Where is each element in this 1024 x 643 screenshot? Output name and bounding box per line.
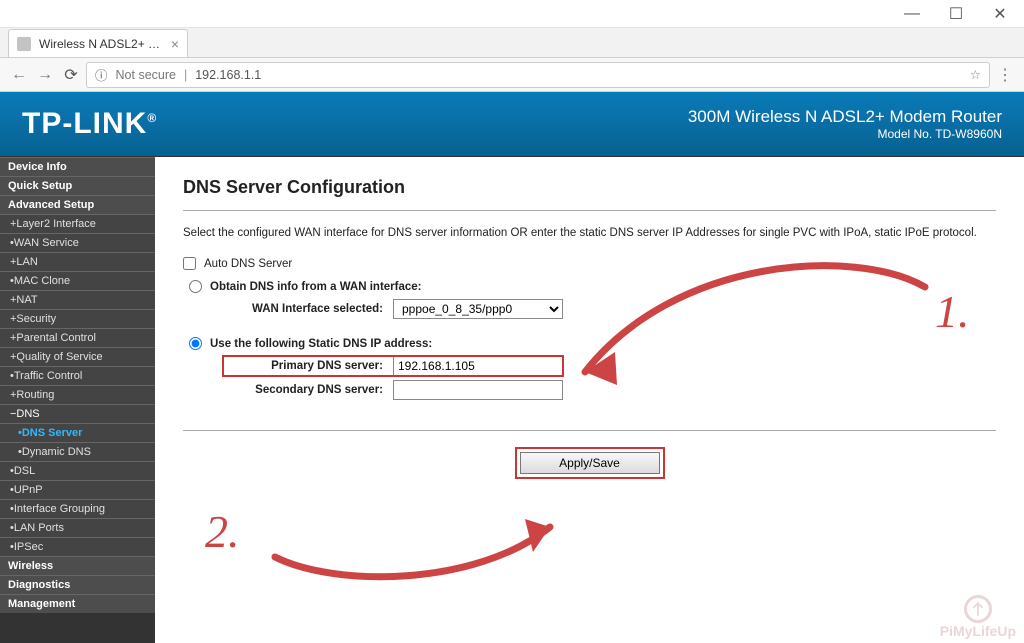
window-minimize-button[interactable]: ― — [890, 1, 934, 27]
svg-text:2.: 2. — [205, 506, 240, 557]
dns-mode-static-label: Use the following Static DNS IP address: — [210, 338, 432, 350]
primary-dns-input[interactable] — [393, 356, 563, 376]
product-name: 300M Wireless N ADSL2+ Modem Router — [688, 107, 1002, 127]
sidebar-item[interactable]: −DNS — [0, 404, 155, 423]
tab-close-icon[interactable]: × — [171, 37, 179, 51]
watermark: PiMyLifeUp — [940, 595, 1016, 639]
nav-forward-button[interactable]: → — [34, 64, 56, 86]
sidebar-item[interactable]: Wireless — [0, 556, 155, 575]
browser-menu-button[interactable]: ⋮ — [994, 64, 1016, 86]
tab-title: Wireless N ADSL2+ Mod… — [39, 37, 163, 51]
sidebar-item[interactable]: •WAN Service — [0, 233, 155, 252]
model-number: Model No. TD-W8960N — [688, 127, 1002, 141]
bookmark-star-icon[interactable]: ☆ — [970, 67, 981, 82]
sidebar-item[interactable]: •DNS Server — [0, 423, 155, 442]
page-description: Select the configured WAN interface for … — [183, 227, 996, 239]
dns-mode-wan-label: Obtain DNS info from a WAN interface: — [210, 281, 422, 293]
sidebar-item[interactable]: •IPSec — [0, 537, 155, 556]
wan-interface-select[interactable]: pppoe_0_8_35/ppp0 — [393, 299, 563, 319]
browser-tabstrip: Wireless N ADSL2+ Mod… × — [0, 28, 1024, 58]
sidebar-item[interactable]: +Layer2 Interface — [0, 214, 155, 233]
sidebar-item[interactable]: Device Info — [0, 157, 155, 176]
sidebar-item[interactable]: Quick Setup — [0, 176, 155, 195]
apply-button-highlight: Apply/Save — [515, 447, 665, 479]
page-title: DNS Server Configuration — [183, 177, 996, 198]
divider — [183, 430, 996, 431]
sidebar-item[interactable]: •DSL — [0, 461, 155, 480]
divider — [183, 210, 996, 211]
window-titlebar: ― ☐ ✕ — [0, 0, 1024, 28]
sidebar-item[interactable]: +LAN — [0, 252, 155, 271]
browser-tab[interactable]: Wireless N ADSL2+ Mod… × — [8, 29, 188, 57]
sidebar-item[interactable]: +NAT — [0, 290, 155, 309]
brand-logo: TP-LINK® — [22, 107, 157, 141]
secondary-dns-label: Secondary DNS server: — [223, 384, 393, 396]
wan-interface-label: WAN Interface selected: — [223, 303, 393, 315]
sidebar-item[interactable]: •Interface Grouping — [0, 499, 155, 518]
info-icon: ⓘ — [95, 65, 108, 84]
window-close-button[interactable]: ✕ — [978, 1, 1022, 27]
secondary-dns-input[interactable] — [393, 380, 563, 400]
nav-sidebar: Device InfoQuick SetupAdvanced Setup+Lay… — [0, 157, 155, 643]
sidebar-item[interactable]: +Parental Control — [0, 328, 155, 347]
sidebar-item[interactable]: +Routing — [0, 385, 155, 404]
main-content: DNS Server Configuration Select the conf… — [155, 157, 1024, 643]
sidebar-item[interactable]: •UPnP — [0, 480, 155, 499]
nav-reload-button[interactable]: ⟳ — [60, 64, 82, 86]
sidebar-item[interactable]: •Dynamic DNS — [0, 442, 155, 461]
apply-save-button[interactable]: Apply/Save — [520, 452, 660, 474]
sidebar-item[interactable]: Diagnostics — [0, 575, 155, 594]
address-bar[interactable]: ⓘ Not secure | 192.168.1.1 ☆ — [86, 62, 990, 88]
sidebar-item[interactable]: •LAN Ports — [0, 518, 155, 537]
sidebar-item[interactable]: +Quality of Service — [0, 347, 155, 366]
dns-mode-static-radio[interactable] — [189, 337, 202, 350]
nav-back-button[interactable]: ← — [8, 64, 30, 86]
sidebar-item[interactable]: Management — [0, 594, 155, 613]
sidebar-item[interactable]: Advanced Setup — [0, 195, 155, 214]
browser-toolbar: ← → ⟳ ⓘ Not secure | 192.168.1.1 ☆ ⋮ — [0, 58, 1024, 92]
primary-dns-label: Primary DNS server: — [223, 360, 393, 372]
url-text: 192.168.1.1 — [195, 68, 261, 82]
tab-favicon — [17, 37, 31, 51]
security-badge: Not secure — [116, 68, 176, 82]
sidebar-item[interactable]: •Traffic Control — [0, 366, 155, 385]
auto-dns-checkbox[interactable] — [183, 257, 196, 270]
window-maximize-button[interactable]: ☐ — [934, 1, 978, 27]
dns-mode-wan-radio[interactable] — [189, 280, 202, 293]
router-banner: TP-LINK® 300M Wireless N ADSL2+ Modem Ro… — [0, 92, 1024, 156]
auto-dns-label: Auto DNS Server — [204, 258, 292, 270]
sidebar-item[interactable]: +Security — [0, 309, 155, 328]
sidebar-item[interactable]: •MAC Clone — [0, 271, 155, 290]
